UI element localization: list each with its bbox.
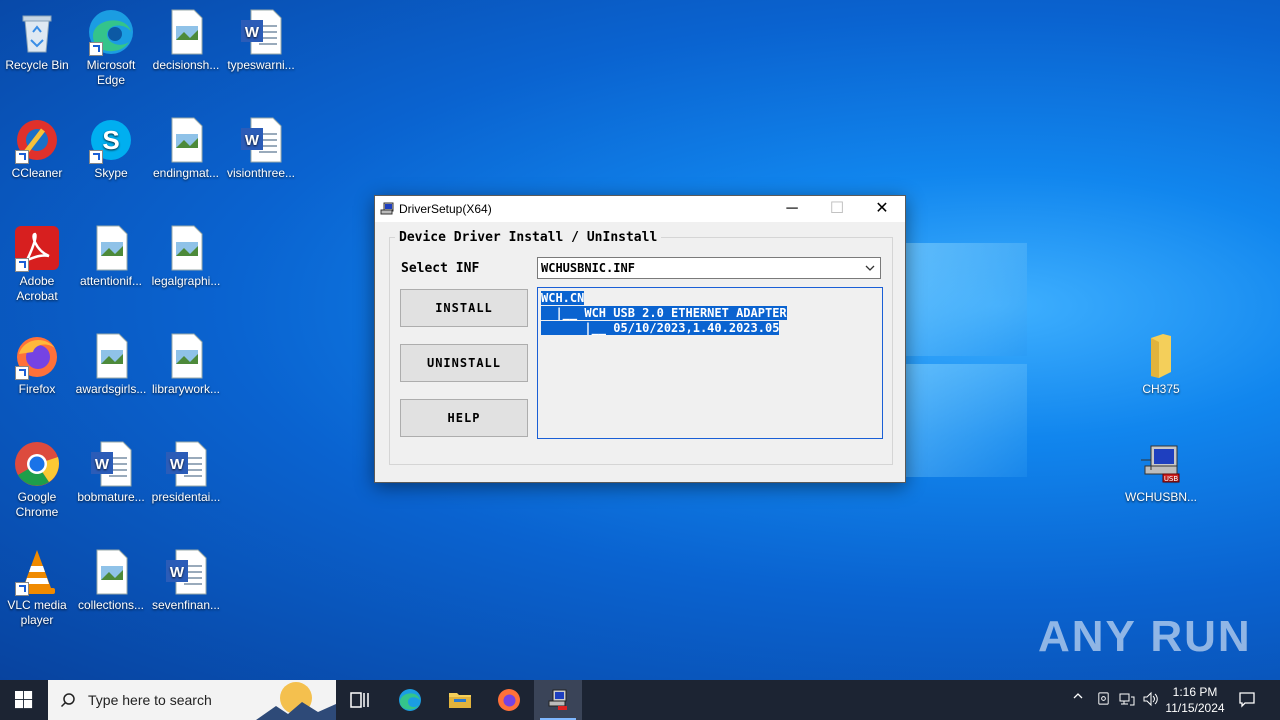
desktop-icon-ch375-folder[interactable]: CH375 <box>1125 332 1197 397</box>
desktop-icon-word-file[interactable]: W presidentai... <box>150 440 222 505</box>
svg-text:W: W <box>245 132 260 149</box>
image-file-icon <box>96 333 128 379</box>
tree-line-adapter[interactable]: |__ WCH USB 2.0 ETHERNET ADAPTER <box>541 306 787 320</box>
tray-volume[interactable] <box>1142 691 1158 710</box>
recycle-bin-icon <box>22 15 52 53</box>
desktop-icon-image-file[interactable]: decisionsh... <box>150 8 222 73</box>
tray-meet-now[interactable] <box>1096 691 1111 709</box>
clock-time: 1:16 PM <box>1172 685 1218 699</box>
wallpaper-logo <box>905 243 1027 356</box>
network-icon <box>1119 693 1135 706</box>
taskbar-file-explorer[interactable] <box>436 680 484 720</box>
desktop-icon-image-file[interactable]: endingmat... <box>150 116 222 181</box>
word-file-icon: W <box>166 441 207 487</box>
desktop-icon-image-file[interactable]: collections... <box>75 548 147 613</box>
inf-select-dropdown[interactable]: WCHUSBNIC.INF <box>537 257 881 279</box>
desktop-icon-image-file[interactable]: legalgraphi... <box>150 224 222 289</box>
folder-icon <box>449 693 471 708</box>
desktop-icon-microsoft-edge[interactable]: Microsoft Edge <box>75 8 147 88</box>
taskbar: Type here to search 1:16 PM 11/15/2024 <box>0 680 1280 720</box>
volume-icon <box>1143 691 1158 707</box>
wallpaper-logo <box>905 364 1027 477</box>
word-file-icon: W <box>91 441 132 487</box>
driver-setup-dialog: DriverSetup(X64) ─ ☐ ✕ Device Driver Ins… <box>374 195 906 483</box>
desktop-icon-skype[interactable]: S Skype <box>75 116 147 181</box>
desktop-icon-image-file[interactable]: librarywork... <box>150 332 222 397</box>
svg-text:W: W <box>95 456 110 473</box>
uninstall-button[interactable]: UNINSTALL <box>400 344 528 382</box>
edge-icon <box>399 689 421 711</box>
taskbar-clock[interactable]: 1:16 PM 11/15/2024 <box>1160 684 1230 716</box>
task-view-icon <box>350 692 369 708</box>
firefox-icon <box>498 689 520 711</box>
driver-info-tree[interactable]: WCH.CN |__ WCH USB 2.0 ETHERNET ADAPTER … <box>537 287 883 439</box>
minimize-button[interactable]: ─ <box>769 196 815 222</box>
search-icon <box>60 693 75 708</box>
chevron-up-icon <box>1073 693 1083 699</box>
desktop-icon-adobe-acrobat[interactable]: Adobe Acrobat <box>1 224 73 304</box>
svg-text:S: S <box>102 125 119 155</box>
desktop-icon-vlc[interactable]: VLC media player <box>1 548 73 628</box>
taskbar-driver-setup[interactable] <box>534 680 582 720</box>
svg-text:W: W <box>245 24 260 41</box>
dialog-title: DriverSetup(X64) <box>399 202 492 216</box>
maximize-button[interactable]: ☐ <box>814 196 860 222</box>
notification-center-button[interactable] <box>1238 690 1256 711</box>
device-icon <box>1098 692 1109 705</box>
desktop-icon-word-file[interactable]: W visionthree... <box>225 116 297 181</box>
show-hidden-icons-button[interactable] <box>1072 690 1084 705</box>
desktop-icon-word-file[interactable]: W sevenfinan... <box>150 548 222 613</box>
svg-text:W: W <box>170 456 185 473</box>
image-file-icon <box>171 333 203 379</box>
image-file-icon <box>171 9 203 55</box>
desktop-icon-image-file[interactable]: awardsgirls... <box>75 332 147 397</box>
help-button[interactable]: HELP <box>400 399 528 437</box>
tray-network[interactable] <box>1119 691 1135 710</box>
desktop-icon-wchusbnic-setup[interactable]: USB WCHUSBN... <box>1125 440 1197 505</box>
word-file-icon: W <box>241 9 282 55</box>
taskbar-edge[interactable] <box>386 680 434 720</box>
search-placeholder: Type here to search <box>88 692 212 708</box>
taskbar-search-box[interactable]: Type here to search <box>48 680 336 720</box>
close-button[interactable]: ✕ <box>859 196 905 222</box>
image-file-icon <box>96 549 128 595</box>
task-view-button[interactable] <box>336 680 384 720</box>
groupbox-title: Device Driver Install / UnInstall <box>395 230 662 245</box>
desktop-icon-firefox[interactable]: Firefox <box>1 332 73 397</box>
svg-text:USB: USB <box>1164 475 1179 483</box>
setup-program-icon <box>380 202 394 215</box>
word-file-icon: W <box>166 549 207 595</box>
select-inf-label: Select INF <box>401 261 480 276</box>
install-button[interactable]: INSTALL <box>400 289 528 327</box>
dialog-titlebar[interactable]: DriverSetup(X64) ─ ☐ ✕ <box>375 196 905 222</box>
setup-program-icon: USB <box>1141 445 1180 483</box>
search-highlight-image <box>256 682 336 720</box>
inf-select-value: WCHUSBNIC.INF <box>541 261 635 275</box>
tree-line-version[interactable]: |__ 05/10/2023,1.40.2023.05 <box>541 321 780 335</box>
word-file-icon: W <box>241 117 282 163</box>
taskbar-firefox[interactable] <box>485 680 533 720</box>
desktop-icon-word-file[interactable]: W typeswarni... <box>225 8 297 73</box>
notification-icon <box>1239 692 1255 708</box>
clock-date: 11/15/2024 <box>1165 701 1225 715</box>
desktop-icon-recycle-bin[interactable]: Recycle Bin <box>1 8 73 73</box>
folder-icon <box>1151 334 1171 378</box>
image-file-icon <box>171 117 203 163</box>
image-file-icon <box>171 225 203 271</box>
tree-line-vendor[interactable]: WCH.CN <box>541 291 585 305</box>
desktop-icon-word-file[interactable]: W bobmature... <box>75 440 147 505</box>
anyrun-watermark: ANY RUN <box>1038 612 1252 661</box>
chevron-down-icon <box>865 265 875 271</box>
chrome-icon <box>15 442 60 486</box>
desktop-icon-image-file[interactable]: attentionif... <box>75 224 147 289</box>
windows-logo-icon <box>15 691 33 709</box>
setup-program-icon <box>548 689 567 710</box>
image-file-icon <box>96 225 128 271</box>
start-button[interactable] <box>0 680 48 720</box>
desktop-icon-google-chrome[interactable]: Google Chrome <box>1 440 73 520</box>
svg-text:W: W <box>170 564 185 581</box>
desktop-icon-ccleaner[interactable]: CCleaner <box>1 116 73 181</box>
